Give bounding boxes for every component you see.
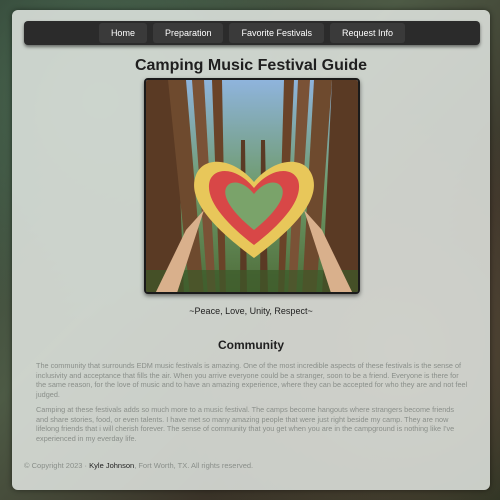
forest-heart-illustration [146,80,358,292]
page-footer: © Copyright 2023 · Kyle Johnson, Fort Wo… [24,461,253,470]
nav-item-request-info[interactable]: Request Info [330,23,406,43]
footer-copyright: © Copyright 2023 · [24,461,90,470]
hero-image [144,78,360,294]
community-paragraph-1: The community that surrounds EDM music f… [36,361,468,400]
community-heading: Community [218,338,284,352]
nav-item-favorite-festivals[interactable]: Favorite Festivals [229,23,325,43]
footer-location-rights: , Fort Worth, TX. All rights reserved. [134,461,254,470]
community-paragraph-2: Camping at these festivals adds so much … [36,405,455,444]
footer-author-name: Kyle Johnson [89,461,135,470]
main-nav: Home Preparation Favorite Festivals Requ… [24,21,480,45]
page-container: Home Preparation Favorite Festivals Requ… [12,10,490,490]
nav-item-preparation[interactable]: Preparation [152,23,224,43]
image-caption: ~Peace, Love, Unity, Respect~ [189,306,313,316]
nav-item-home[interactable]: Home [98,23,147,43]
page-title: Camping Music Festival Guide [134,57,368,74]
